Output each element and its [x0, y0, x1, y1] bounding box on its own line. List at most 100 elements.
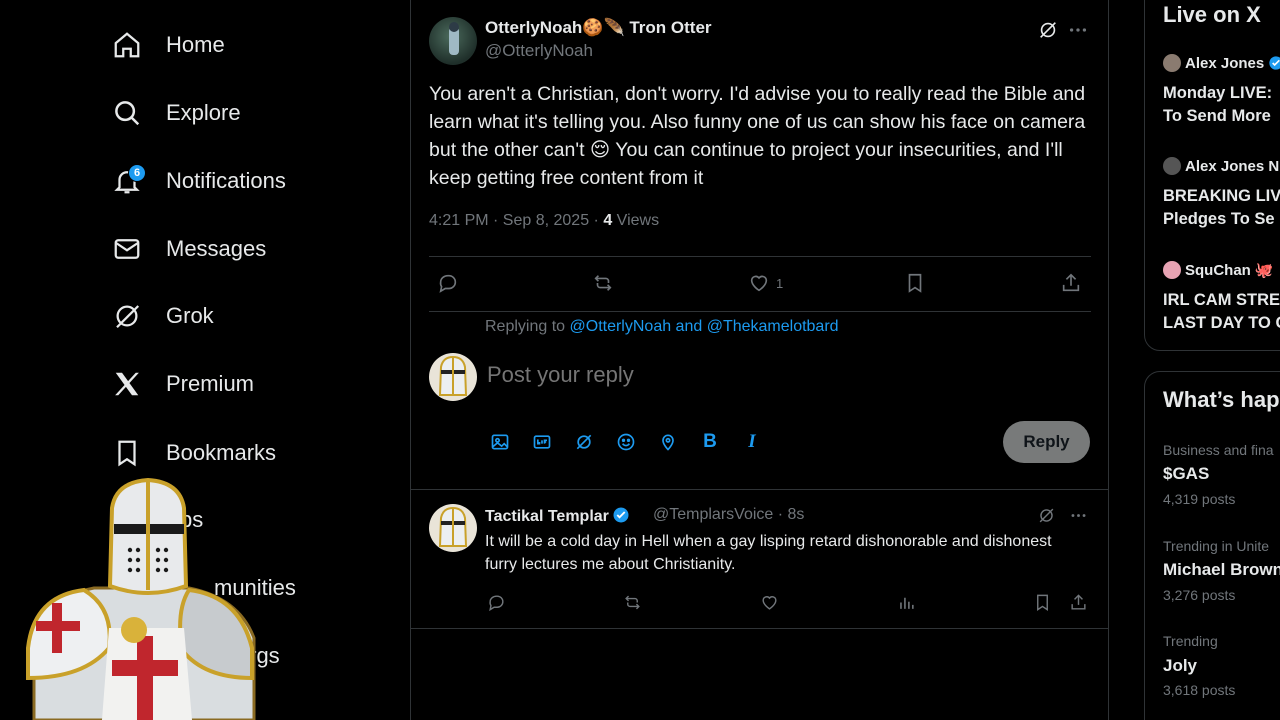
- live-avatar: [1163, 54, 1181, 72]
- divider: [429, 256, 1091, 257]
- notifications-badge: 6: [128, 164, 146, 182]
- reply-like-action[interactable]: [760, 593, 779, 612]
- live-item-user[interactable]: Alex Jones: [1163, 54, 1280, 72]
- live-item-username: Alex Jones: [1185, 54, 1265, 72]
- location-button[interactable]: [657, 431, 679, 453]
- live-item-title-line2[interactable]: To Send More: [1163, 105, 1271, 128]
- reply-author-avatar[interactable]: [429, 504, 477, 552]
- nav-explore-label: Explore: [166, 100, 241, 125]
- divider: [411, 628, 1109, 629]
- nav-home[interactable]: Home: [112, 25, 225, 65]
- views-label: Views: [612, 212, 660, 229]
- media-button[interactable]: [489, 431, 511, 453]
- live-item-title-line2[interactable]: LAST DAY TO C: [1163, 312, 1280, 335]
- nav-premium[interactable]: Premium: [112, 364, 254, 404]
- trend-name[interactable]: $GAS: [1163, 464, 1209, 484]
- reply-author-handle-time[interactable]: @TemplarsVoice · 8s: [653, 506, 804, 524]
- italic-button[interactable]: I: [741, 431, 763, 453]
- reply-input[interactable]: [487, 362, 987, 388]
- whats-happening-title: What’s hap: [1163, 387, 1280, 412]
- emoji-button[interactable]: [615, 431, 637, 453]
- live-item-title-line2[interactable]: Pledges To Se: [1163, 208, 1275, 231]
- heart-icon: [750, 275, 768, 292]
- repost-icon: [625, 595, 640, 610]
- trend-category: Trending: [1163, 633, 1218, 649]
- templar-knight-overlay: [26, 478, 256, 720]
- reply-icon: [439, 274, 457, 293]
- reply-author-line: Tactikal Templar: [485, 506, 630, 526]
- more-icon: [1069, 28, 1087, 32]
- nav-messages[interactable]: Messages: [112, 229, 266, 269]
- live-avatar: [1163, 157, 1181, 175]
- tweet-text: You aren't a Christian, don't worry. I'd…: [429, 83, 1086, 189]
- live-item-title[interactable]: Monday LIVE:: [1163, 82, 1272, 105]
- nav-notifications-label: Notifications: [166, 168, 286, 193]
- gif-button[interactable]: [531, 431, 553, 453]
- reply-views-action[interactable]: [897, 593, 916, 612]
- reply-more-button[interactable]: [1069, 506, 1088, 525]
- avatar-figure: [449, 22, 459, 55]
- more-options-button[interactable]: [1067, 19, 1089, 41]
- trend-category: Business and fina: [1163, 442, 1274, 458]
- verified-badge-icon: [1269, 56, 1280, 70]
- bookmark-icon: [908, 273, 922, 293]
- reply-grok-button[interactable]: [1037, 506, 1056, 525]
- image-icon: [491, 434, 509, 450]
- nav-notifications[interactable]: 6 Notifications: [112, 161, 286, 201]
- grok-compose-button[interactable]: [573, 431, 595, 453]
- trend-count: 3,618 posts: [1163, 682, 1236, 698]
- reply-tweet-text: It will be a cold day in Hell when a gay…: [485, 533, 1052, 573]
- x-logo-icon: [115, 372, 139, 396]
- bookmark-action[interactable]: [904, 272, 926, 294]
- grok-icon: [1040, 22, 1056, 38]
- tweet-author-avatar[interactable]: [429, 17, 477, 65]
- notifications-icon-wrap: 6: [112, 164, 146, 196]
- live-item-user[interactable]: Alex Jones N: [1163, 157, 1279, 175]
- tweet-timestamp[interactable]: 4:21 PM · Sep 8, 2025 ·: [429, 212, 603, 229]
- repost-icon: [594, 275, 612, 291]
- reply-reply-action[interactable]: [487, 593, 506, 612]
- reply-share-action[interactable]: [1069, 593, 1088, 612]
- reply-author-name[interactable]: Tactikal Templar: [485, 508, 609, 525]
- reply-icon: [489, 595, 504, 612]
- like-action[interactable]: 1: [748, 272, 783, 294]
- live-on-x-title: Live on X: [1163, 2, 1261, 27]
- nav-grok-label: Grok: [166, 303, 214, 328]
- grok-explain-button[interactable]: [1037, 19, 1059, 41]
- my-avatar[interactable]: [429, 353, 477, 401]
- reply-repost-action[interactable]: [623, 593, 642, 612]
- reply-action[interactable]: [437, 272, 459, 294]
- trend-name[interactable]: Michael Brown: [1163, 560, 1280, 580]
- bold-button[interactable]: B: [699, 431, 721, 453]
- emoji-icon: [617, 433, 635, 451]
- reply-bookmark-action[interactable]: [1033, 593, 1052, 612]
- bookmark-icon: [1037, 594, 1048, 611]
- live-item-user[interactable]: SquChan 🐙: [1163, 261, 1274, 279]
- live-item-username: Alex Jones N: [1185, 157, 1280, 175]
- live-item-title[interactable]: IRL CAM STRE: [1163, 289, 1280, 312]
- live-item-username: SquChan: [1185, 261, 1251, 279]
- tweet-author-handle[interactable]: @OtterlyNoah: [485, 41, 593, 61]
- helmet-avatar: [438, 506, 468, 547]
- trend-name[interactable]: Joly: [1163, 656, 1197, 676]
- search-icon: [115, 101, 140, 126]
- nav-grok[interactable]: Grok: [112, 296, 214, 336]
- location-pin-icon: [662, 434, 674, 451]
- divider: [429, 311, 1091, 312]
- main-column: OtterlyNoah🍪🪶 Tron Otter @OtterlyNoah Yo…: [410, 0, 1109, 720]
- repost-action[interactable]: [592, 272, 614, 294]
- divider: [411, 489, 1109, 490]
- share-action[interactable]: [1060, 272, 1082, 294]
- nav-bookmarks-label: Bookmarks: [166, 440, 277, 465]
- replying-to-users[interactable]: @OtterlyNoah and @Thekamelotbard: [570, 318, 839, 335]
- nav-explore[interactable]: Explore: [112, 93, 241, 133]
- tweet-author-name[interactable]: OtterlyNoah🍪🪶 Tron Otter: [485, 18, 712, 38]
- tweet-meta: 4:21 PM · Sep 8, 2025 · 4 Views: [429, 212, 659, 230]
- reply-button[interactable]: Reply: [1003, 421, 1090, 463]
- primary-nav: Home Explore 6 Notifications Messages Gr…: [0, 0, 410, 720]
- live-item-title[interactable]: BREAKING LIV: [1163, 185, 1280, 208]
- nav-bookmarks[interactable]: Bookmarks: [112, 433, 276, 473]
- envelope-icon: [114, 239, 140, 259]
- trend-category: Trending in Unite: [1163, 538, 1270, 554]
- more-icon: [1071, 514, 1086, 517]
